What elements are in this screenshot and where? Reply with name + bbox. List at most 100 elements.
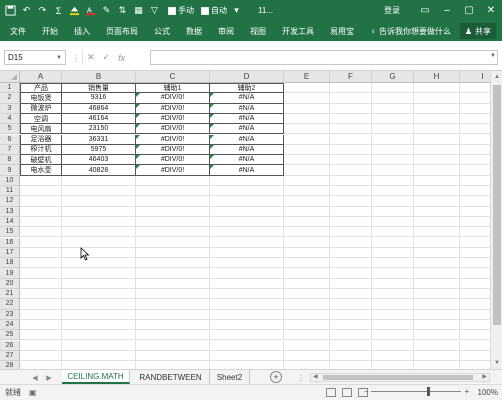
empty-cell[interactable] — [330, 309, 372, 320]
empty-cell[interactable] — [460, 217, 490, 228]
enter-icon[interactable]: ✓ — [103, 52, 111, 63]
empty-cell[interactable] — [330, 144, 372, 156]
tab-developer[interactable]: 开发工具 — [274, 21, 322, 41]
empty-cell[interactable] — [460, 135, 490, 145]
empty-cell[interactable] — [460, 165, 490, 176]
empty-cell[interactable] — [210, 299, 284, 310]
empty-cell[interactable] — [330, 258, 372, 269]
empty-cell[interactable] — [460, 196, 490, 207]
empty-cell[interactable] — [284, 124, 330, 135]
tab-formulas[interactable]: 公式 — [146, 21, 178, 41]
table-cell[interactable]: #DIV/0! — [136, 113, 210, 125]
row-header[interactable]: 4 — [0, 113, 20, 125]
empty-cell[interactable] — [414, 319, 460, 331]
table-header-cell[interactable]: 辅助1 — [136, 83, 210, 94]
empty-cell[interactable] — [62, 340, 136, 351]
row-header[interactable]: 26 — [0, 340, 20, 351]
empty-cell[interactable] — [372, 237, 414, 248]
row-header[interactable]: 16 — [0, 237, 20, 248]
table-cell[interactable]: 破壁机 — [20, 155, 62, 166]
empty-cell[interactable] — [136, 186, 210, 197]
empty-cell[interactable] — [414, 216, 460, 228]
login-link[interactable]: 登录 — [384, 5, 400, 16]
empty-cell[interactable] — [460, 176, 490, 186]
empty-cell[interactable] — [372, 103, 414, 114]
empty-cell[interactable] — [136, 206, 210, 217]
empty-cell[interactable] — [20, 289, 62, 300]
empty-cell[interactable] — [330, 113, 372, 125]
empty-cell[interactable] — [414, 196, 460, 207]
empty-cell[interactable] — [210, 186, 284, 197]
empty-cell[interactable] — [210, 309, 284, 320]
empty-cell[interactable] — [372, 113, 414, 125]
empty-cell[interactable] — [210, 319, 284, 331]
empty-cell[interactable] — [136, 247, 210, 259]
prev-sheet-icon[interactable]: ◀ — [30, 372, 40, 383]
empty-cell[interactable] — [136, 196, 210, 207]
empty-cell[interactable] — [372, 227, 414, 238]
empty-cell[interactable] — [330, 206, 372, 217]
empty-cell[interactable] — [210, 340, 284, 351]
vertical-scroll-thumb[interactable] — [493, 85, 501, 325]
empty-cell[interactable] — [284, 186, 330, 197]
empty-cell[interactable] — [330, 350, 372, 362]
cancel-icon[interactable]: ✕ — [87, 52, 95, 63]
empty-cell[interactable] — [414, 113, 460, 125]
empty-cell[interactable] — [414, 289, 460, 300]
table-cell[interactable]: 36331 — [62, 134, 136, 145]
sheet-tab-randbetween[interactable]: RANDBETWEEN — [132, 370, 210, 384]
empty-cell[interactable] — [284, 247, 330, 259]
table-cell[interactable]: #DIV/0! — [136, 93, 210, 104]
empty-cell[interactable] — [414, 361, 460, 369]
empty-cell[interactable] — [284, 340, 330, 351]
row-header[interactable]: 15 — [0, 227, 20, 238]
empty-cell[interactable] — [330, 134, 372, 145]
column-header-g[interactable]: G — [372, 71, 414, 83]
empty-cell[interactable] — [20, 340, 62, 351]
empty-cell[interactable] — [284, 258, 330, 269]
empty-cell[interactable] — [460, 104, 490, 114]
select-all-corner[interactable] — [0, 71, 20, 83]
empty-cell[interactable] — [284, 206, 330, 217]
name-box[interactable]: D15 ▼ — [4, 50, 66, 65]
table-cell[interactable]: 电风扇 — [20, 124, 62, 135]
empty-cell[interactable] — [460, 299, 490, 310]
sum-icon[interactable]: Σ — [52, 4, 65, 17]
tab-home[interactable]: 开始 — [34, 21, 66, 41]
ribbon-display-icon[interactable]: ▭ — [414, 0, 436, 21]
empty-cell[interactable] — [460, 320, 490, 331]
table-icon[interactable]: ▦ — [132, 4, 145, 17]
empty-cell[interactable] — [62, 278, 136, 289]
empty-cell[interactable] — [284, 144, 330, 156]
scroll-left-icon[interactable]: ◀ — [313, 373, 318, 380]
row-header[interactable]: 18 — [0, 258, 20, 269]
empty-cell[interactable] — [284, 175, 330, 186]
empty-cell[interactable] — [414, 124, 460, 135]
row-header[interactable]: 17 — [0, 247, 20, 259]
zoom-in-icon[interactable]: + — [464, 387, 469, 396]
empty-cell[interactable] — [460, 155, 490, 166]
tab-insert[interactable]: 插入 — [66, 21, 98, 41]
empty-cell[interactable] — [136, 340, 210, 351]
empty-cell[interactable] — [284, 278, 330, 289]
zoom-slider-thumb[interactable] — [427, 387, 431, 396]
table-cell[interactable]: #N/A — [210, 144, 284, 156]
empty-cell[interactable] — [62, 186, 136, 197]
empty-cell[interactable] — [62, 258, 136, 269]
column-header-e[interactable]: E — [284, 71, 330, 83]
empty-cell[interactable] — [414, 155, 460, 166]
table-cell[interactable]: #DIV/0! — [136, 144, 210, 156]
empty-cell[interactable] — [460, 248, 490, 259]
page-layout-view-icon[interactable] — [342, 388, 352, 397]
row-header[interactable]: 2 — [0, 93, 20, 104]
empty-cell[interactable] — [20, 299, 62, 310]
empty-cell[interactable] — [372, 278, 414, 289]
empty-cell[interactable] — [330, 268, 372, 279]
row-header[interactable]: 22 — [0, 299, 20, 310]
empty-cell[interactable] — [62, 330, 136, 341]
close-icon[interactable]: ✕ — [480, 0, 502, 21]
table-header-cell[interactable]: 销售量 — [62, 83, 136, 94]
empty-cell[interactable] — [62, 361, 136, 369]
horizontal-scroll-thumb[interactable] — [323, 375, 473, 380]
empty-cell[interactable] — [460, 238, 490, 248]
